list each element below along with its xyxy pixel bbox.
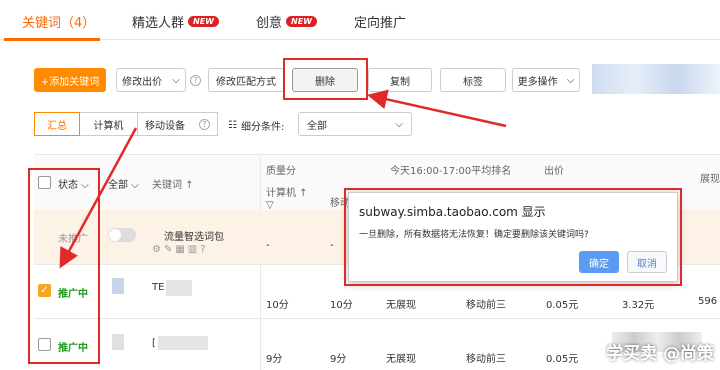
arrow-to-checkbox <box>59 127 138 269</box>
watermark: 学买卖 @尚策 <box>606 344 714 364</box>
arrow-to-delete <box>367 89 507 128</box>
annotation-arrows <box>59 89 507 269</box>
